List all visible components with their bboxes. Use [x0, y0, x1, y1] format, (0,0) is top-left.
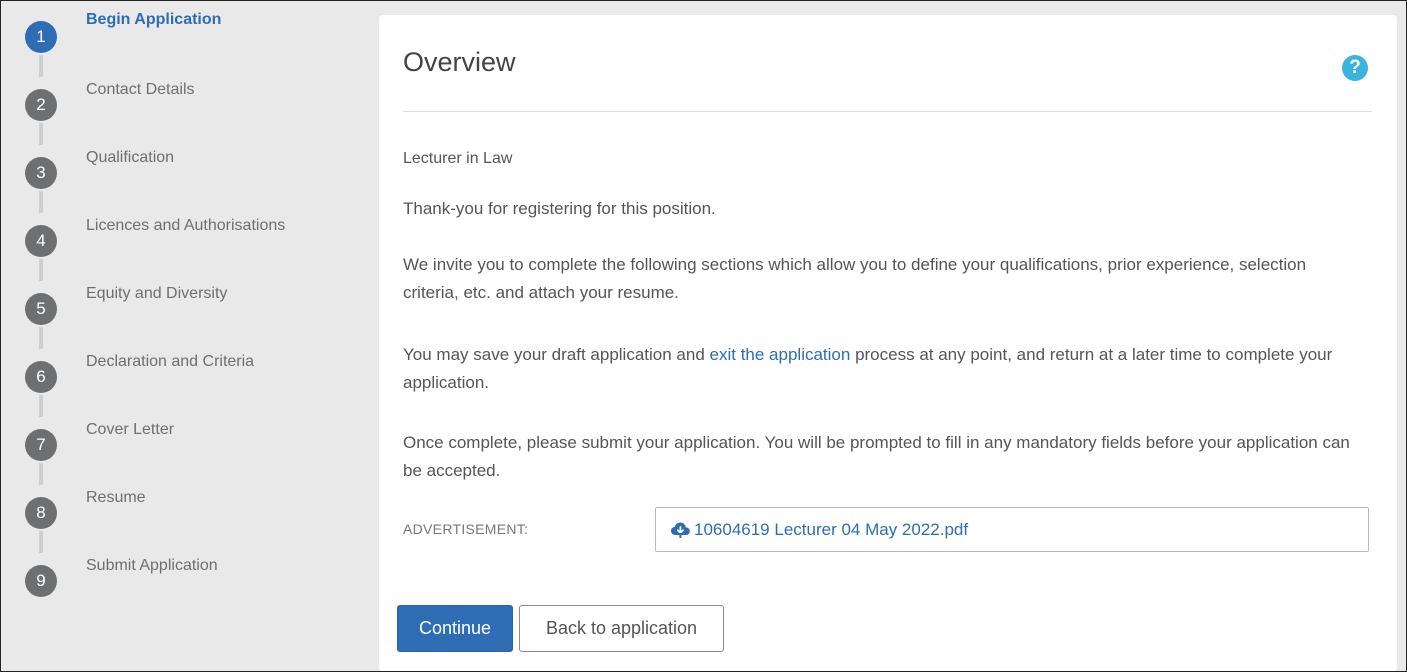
step-number: 4 [25, 225, 57, 257]
step-number: 3 [25, 157, 57, 189]
step-connector [39, 327, 43, 349]
step-cover-letter[interactable]: 7 Cover Letter [25, 421, 174, 473]
step-number: 8 [25, 497, 57, 529]
advertisement-download[interactable]: 10604619 Lecturer 04 May 2022.pdf [655, 507, 1369, 552]
step-label: Cover Letter [86, 421, 175, 438]
title-divider [403, 111, 1372, 112]
step-label: Qualification [86, 149, 175, 166]
step-label: Resume [86, 489, 146, 506]
step-contact-details[interactable]: 2 Contact Details [25, 81, 195, 133]
back-to-application-button[interactable]: Back to application [519, 605, 724, 652]
step-connector [39, 259, 43, 281]
step-submit-application[interactable]: 9 Submit Application [25, 557, 218, 609]
step-number: 9 [25, 565, 57, 597]
overview-panel: Overview ? Lecturer in Law Thank-you for… [379, 15, 1397, 671]
invite-text: We invite you to complete the following … [403, 255, 1307, 302]
step-label: Contact Details [86, 81, 195, 98]
advertisement-label: ADVERTISEMENT: [403, 521, 529, 537]
step-number: 2 [25, 89, 57, 121]
application-steps: 1 Begin Application 2 Contact Details 3 … [25, 11, 355, 661]
step-number: 6 [25, 361, 57, 393]
step-label: Declaration and Criteria [86, 353, 255, 370]
step-licences-and-authorisations[interactable]: 4 Licences and Authorisations [25, 217, 285, 269]
step-connector [39, 395, 43, 417]
step-connector [39, 531, 43, 553]
help-icon[interactable]: ? [1342, 55, 1368, 81]
step-declaration-and-criteria[interactable]: 6 Declaration and Criteria [25, 353, 254, 405]
submit-instructions-text: Once complete, please submit your applic… [403, 433, 1350, 480]
step-resume[interactable]: 8 Resume [25, 489, 146, 541]
thanks-text: Thank-you for registering for this posit… [403, 199, 716, 218]
step-label: Equity and Diversity [86, 285, 228, 302]
exit-application-link[interactable]: exit the application [710, 345, 851, 364]
step-label: Licences and Authorisations [86, 217, 286, 234]
step-connector [39, 463, 43, 485]
advertisement-file-name: 10604619 Lecturer 04 May 2022.pdf [694, 519, 969, 539]
step-number: 1 [25, 21, 57, 53]
step-connector [39, 123, 43, 145]
continue-button[interactable]: Continue [397, 605, 513, 652]
job-title: Lecturer in Law [403, 150, 513, 167]
save-text-before: You may save your draft application and [403, 345, 710, 364]
page-title: Overview [403, 47, 516, 77]
step-qualification[interactable]: 3 Qualification [25, 149, 174, 201]
step-label: Submit Application [86, 557, 218, 574]
cloud-download-icon [671, 522, 690, 538]
step-begin-application[interactable]: 1 Begin Application [25, 11, 221, 65]
application-window: 1 Begin Application 2 Contact Details 3 … [0, 0, 1407, 672]
step-label: Begin Application [86, 11, 222, 28]
step-equity-and-diversity[interactable]: 5 Equity and Diversity [25, 285, 227, 337]
step-number: 7 [25, 429, 57, 461]
step-connector [39, 55, 43, 77]
save-text: You may save your draft application and … [403, 341, 1363, 397]
step-connector [39, 191, 43, 213]
step-number: 5 [25, 293, 57, 325]
